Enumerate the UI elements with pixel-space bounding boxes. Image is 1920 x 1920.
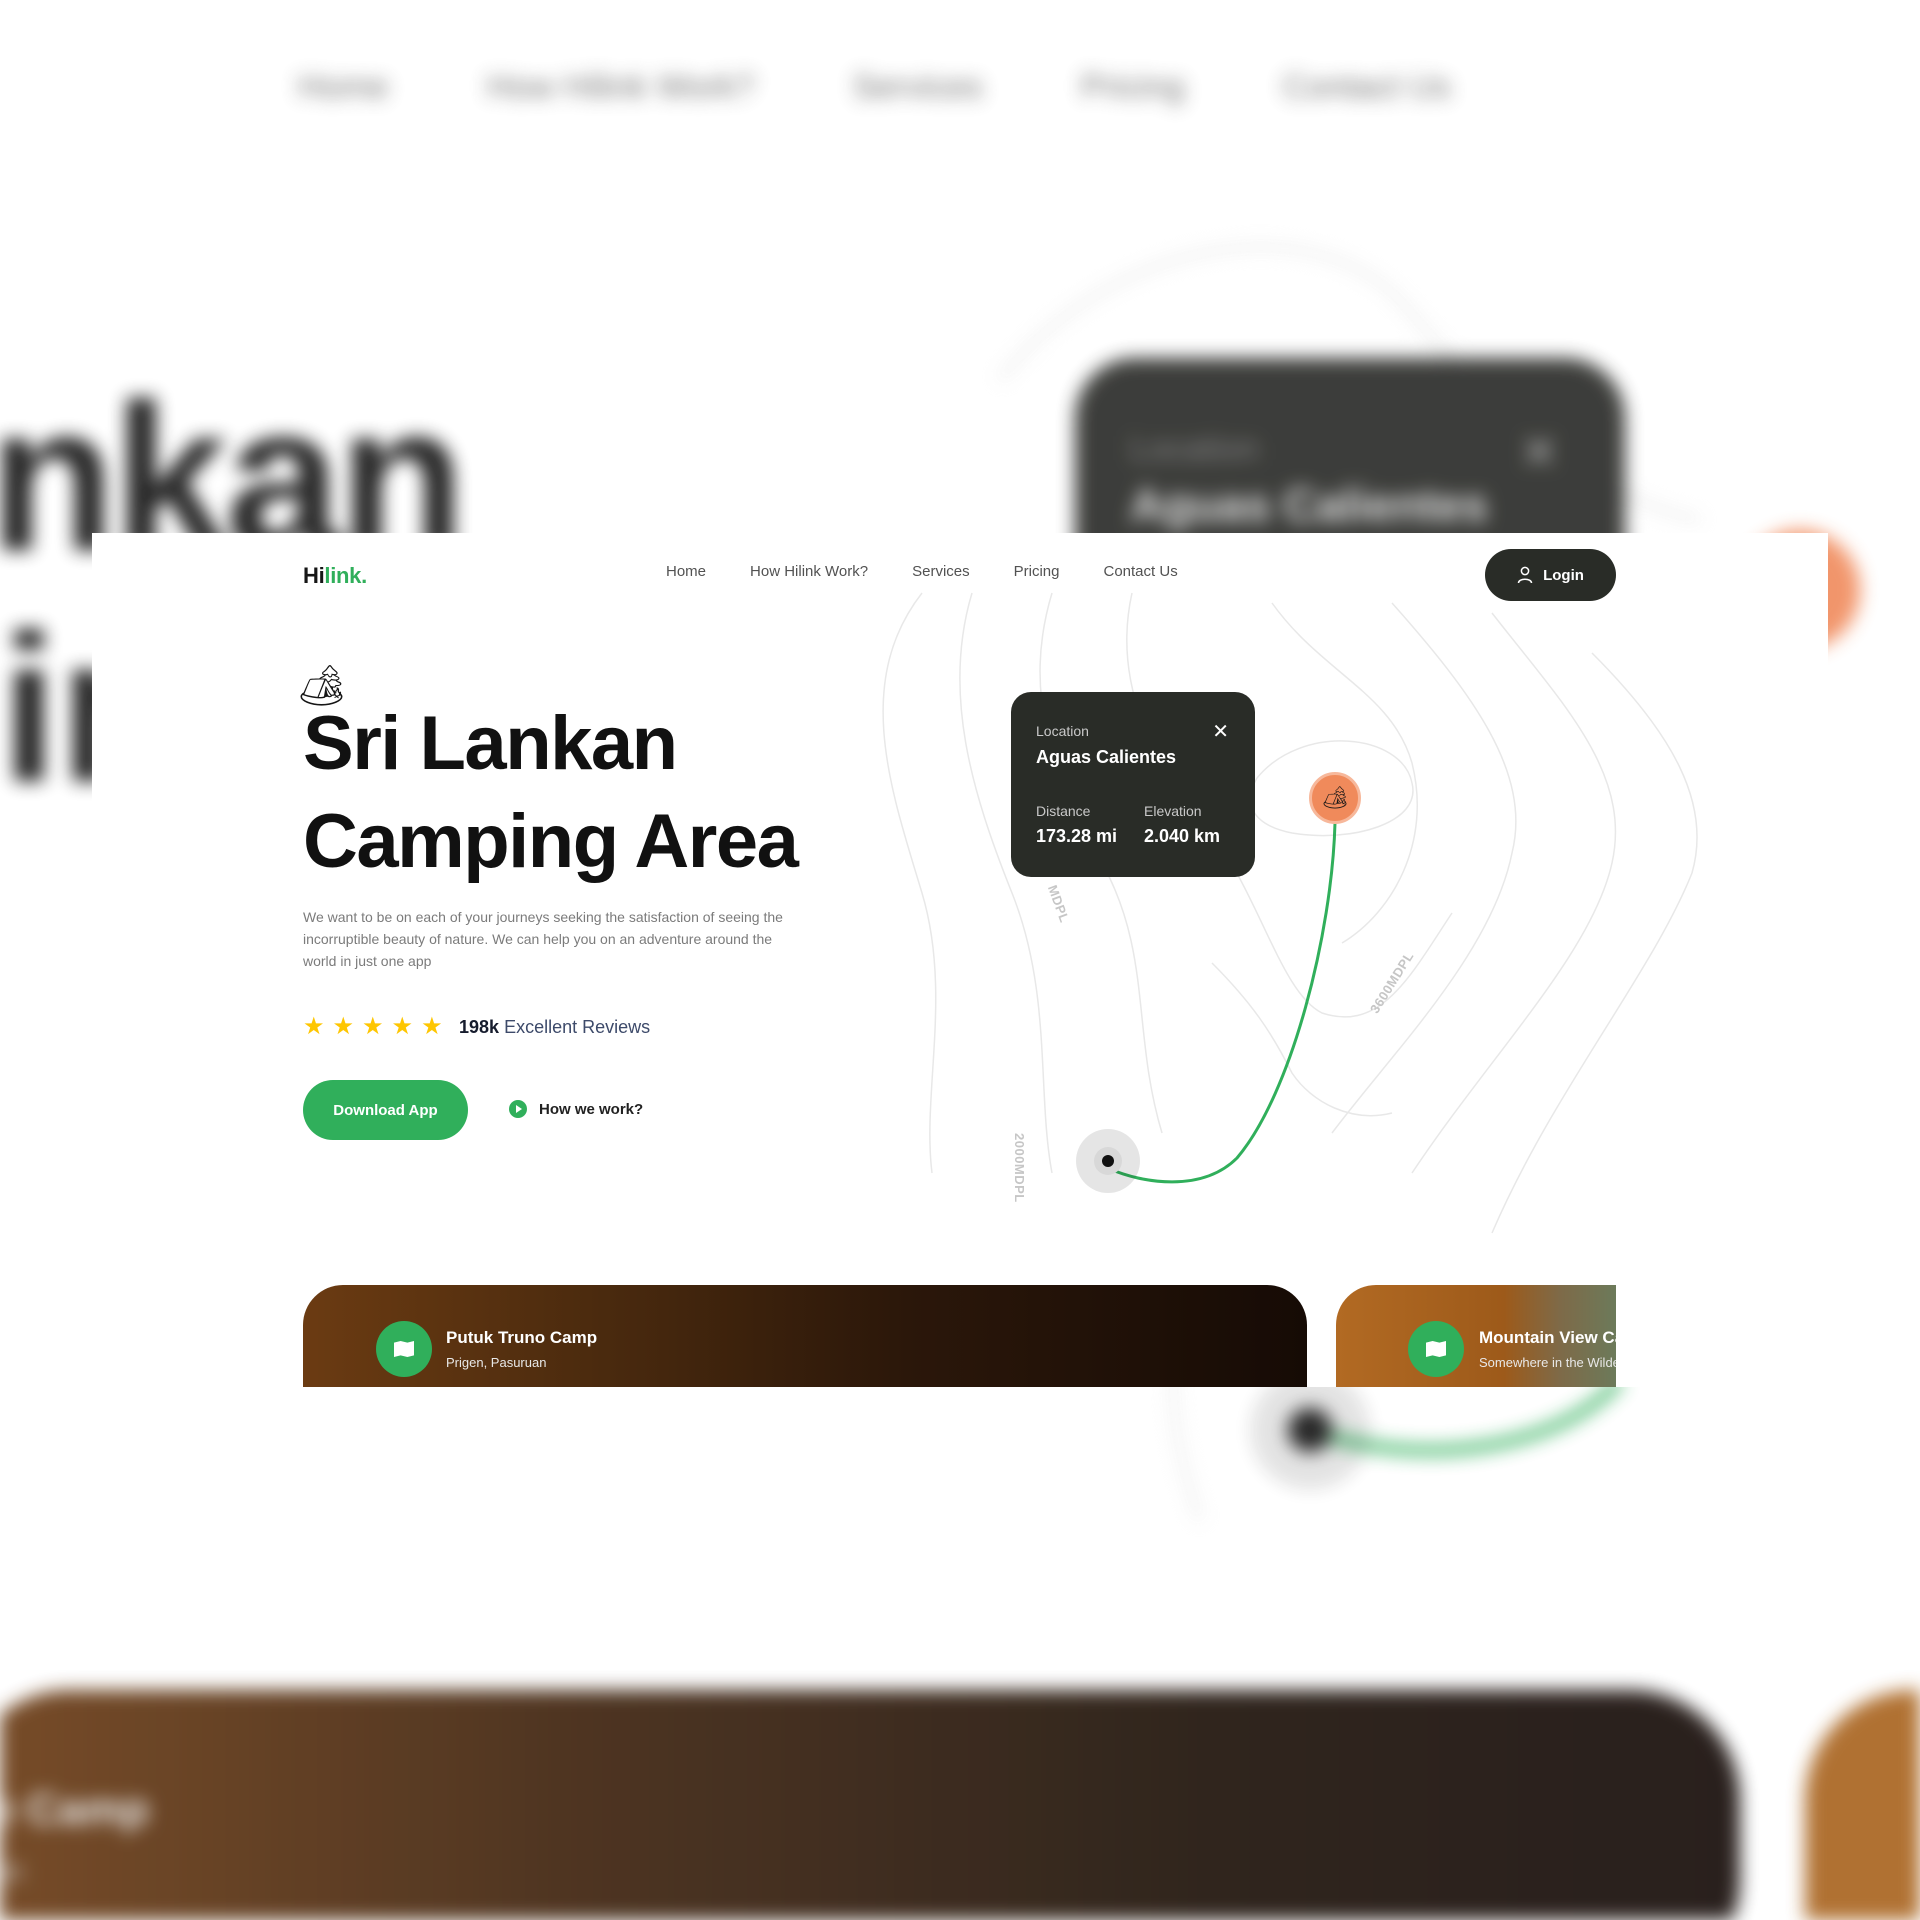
- landing-page-panel: MDPL 3600MDPL 2000MDPL Hilink. Home How …: [92, 533, 1828, 1387]
- contour-label: 2000MDPL: [1012, 1133, 1027, 1203]
- main-nav: Home How Hilink Work? Services Pricing C…: [666, 563, 1178, 580]
- backdrop-nav-pricing: Pricing: [1080, 68, 1185, 106]
- backdrop-nav-contact: Contact Us: [1282, 68, 1451, 106]
- star-icon: ★: [391, 1013, 414, 1040]
- how-we-work-link[interactable]: How we work?: [509, 1100, 643, 1118]
- backdrop-nav-how: How Hilink Work?: [486, 68, 755, 106]
- camp-subtitle: Somewhere in the Wilderness: [1479, 1355, 1616, 1370]
- hero-title-line1: Sri Lankan: [303, 701, 678, 786]
- distance-label: Distance: [1036, 803, 1091, 819]
- backdrop-start-dot: [1288, 1408, 1332, 1452]
- camp-pin-icon[interactable]: 🏕: [1309, 772, 1361, 824]
- location-value: Aguas Calientes: [1036, 747, 1177, 767]
- camp-title: Putuk Truno Camp: [446, 1328, 598, 1347]
- camp-card[interactable]: Mountain View Camp Somewhere in the Wild…: [1336, 1285, 1616, 1387]
- backdrop-nav: Home How Hilink Work? Services Pricing C…: [298, 68, 1451, 107]
- close-icon[interactable]: ✕: [1212, 722, 1229, 742]
- star-icon: ★: [303, 1013, 325, 1040]
- brand-logo-part2: link.: [324, 563, 367, 588]
- backdrop-nav-home: Home: [298, 68, 389, 106]
- nav-how-hilink-work[interactable]: How Hilink Work?: [750, 563, 868, 580]
- camp-title: Mountain View Camp: [1479, 1328, 1616, 1347]
- user-icon: [1517, 566, 1533, 584]
- backdrop-photo-title: e Camp: [0, 1785, 149, 1834]
- hero-title-line2: Camping Area: [303, 799, 799, 884]
- nav-contact-us[interactable]: Contact Us: [1104, 563, 1178, 580]
- star-icon: ★: [332, 1013, 355, 1040]
- rating-stars: ★ ★ ★ ★ ★: [303, 1015, 443, 1039]
- login-button[interactable]: Login: [1485, 549, 1616, 601]
- hero-title: Sri Lankan Camping Area: [303, 695, 943, 891]
- map-icon: [376, 1321, 432, 1377]
- nav-home[interactable]: Home: [666, 563, 706, 580]
- login-label: Login: [1543, 566, 1584, 584]
- backdrop-photo-subtitle: an: [0, 1855, 24, 1888]
- reviews-summary: 198k Excellent Reviews: [459, 1017, 650, 1038]
- camp-subtitle: Prigen, Pasuruan: [446, 1355, 547, 1370]
- map-icon: [1408, 1321, 1464, 1377]
- nav-services[interactable]: Services: [912, 563, 970, 580]
- star-icon: ★: [421, 1013, 443, 1040]
- distance-value: 173.28 mi: [1036, 826, 1118, 846]
- play-icon: [509, 1100, 527, 1118]
- location-label: Location: [1036, 723, 1089, 739]
- nav-pricing[interactable]: Pricing: [1014, 563, 1060, 580]
- download-app-button[interactable]: Download App: [303, 1080, 468, 1140]
- backdrop-close-icon: ✕: [1520, 426, 1559, 478]
- backdrop-card-value: Aguas Calientes: [1130, 479, 1488, 531]
- location-card: Location Aguas Calientes ✕ Distance 173.…: [1011, 692, 1255, 877]
- backdrop-nav-services: Services: [852, 68, 983, 106]
- brand-logo-part1: Hi: [303, 563, 325, 588]
- camp-card[interactable]: Putuk Truno Camp Prigen, Pasuruan: [303, 1285, 1307, 1387]
- hero-description: We want to be on each of your journeys s…: [303, 909, 783, 969]
- review-count: 198k: [459, 1017, 500, 1037]
- elevation-value: 2.040 km: [1144, 826, 1221, 846]
- start-point-dot[interactable]: [1102, 1155, 1114, 1167]
- elevation-label: Elevation: [1144, 803, 1202, 819]
- star-icon: ★: [362, 1013, 384, 1040]
- review-text: Excellent Reviews: [504, 1017, 651, 1037]
- backdrop-camp-photo: [0, 1690, 1740, 1920]
- backdrop-card-label: Location: [1130, 430, 1259, 468]
- how-we-work-label: How we work?: [539, 1100, 644, 1118]
- brand-logo[interactable]: Hilink.: [303, 563, 367, 589]
